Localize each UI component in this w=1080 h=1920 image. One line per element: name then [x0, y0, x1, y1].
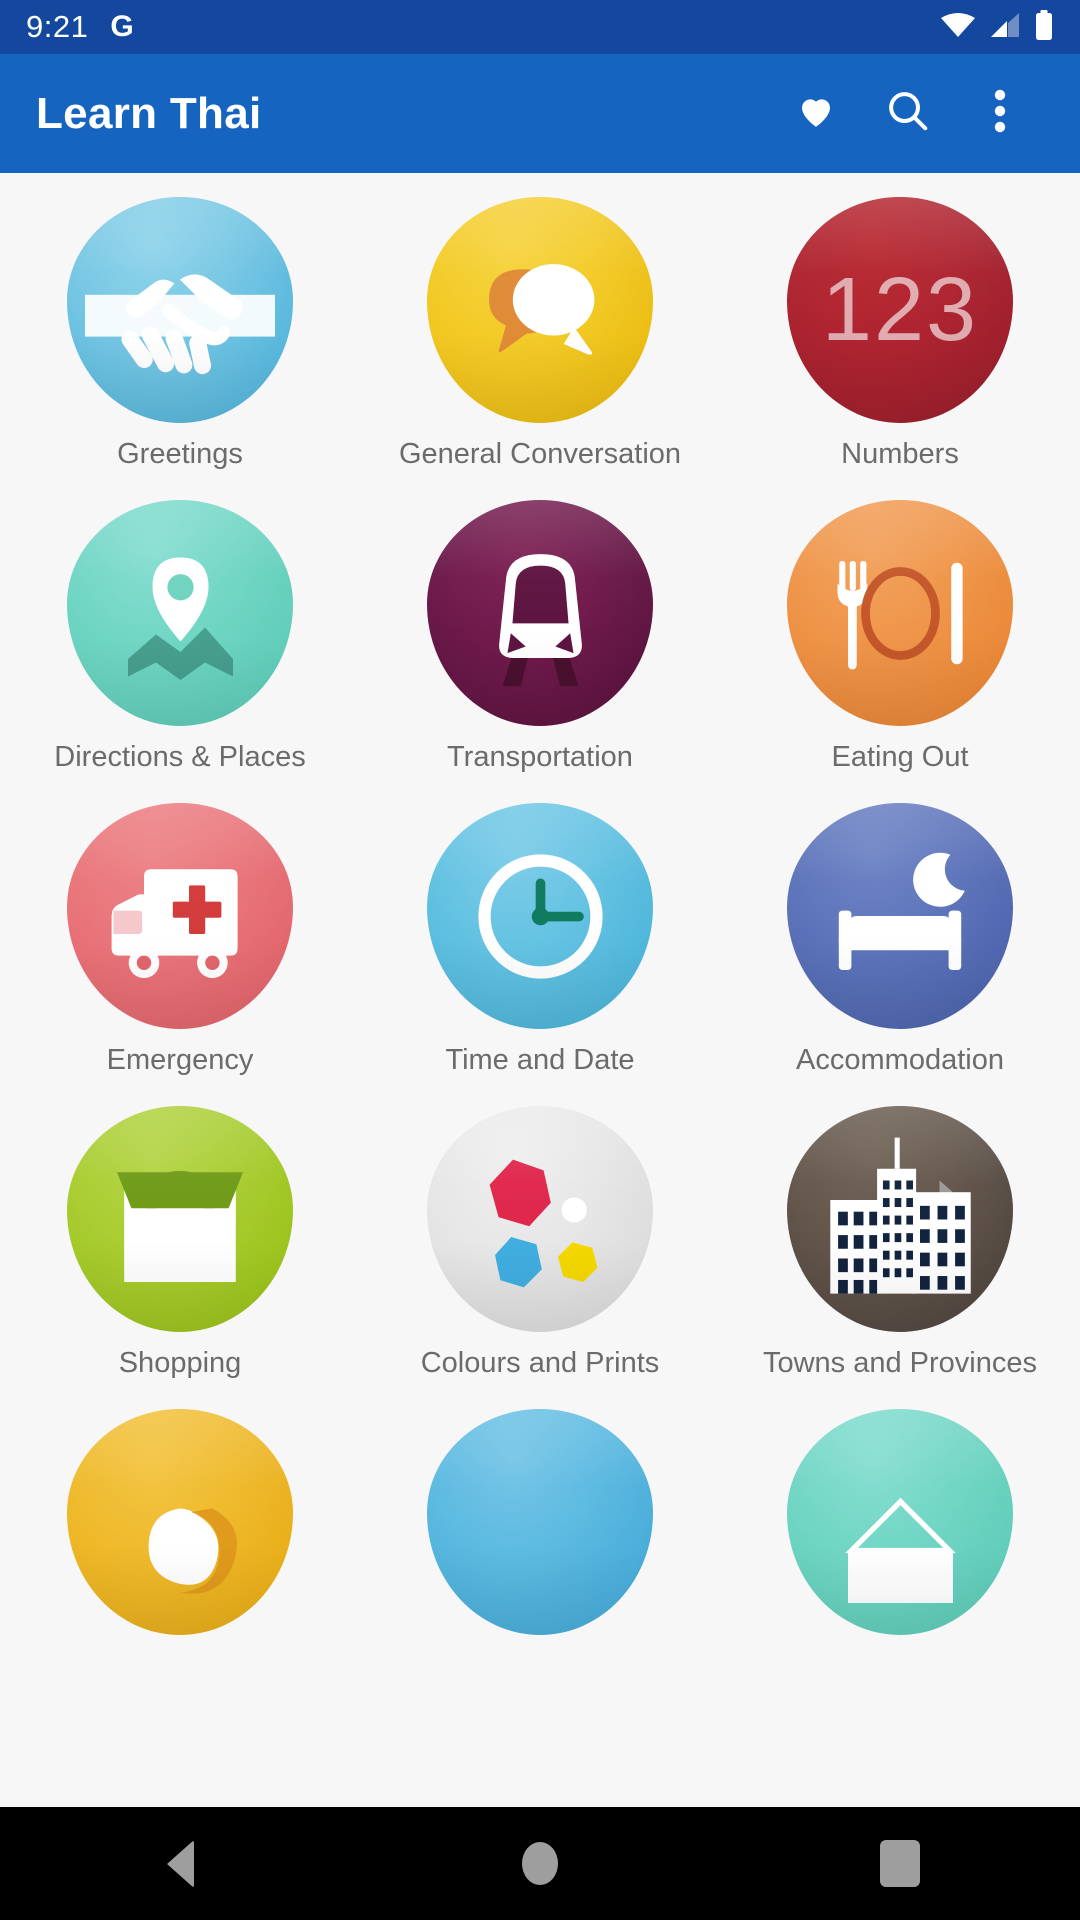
greetings-tile[interactable]	[67, 197, 293, 423]
status-bar-icons	[940, 9, 1054, 45]
grid-item-colours-and-prints[interactable]: Colours and Prints	[360, 1106, 720, 1409]
cutlery-plate-icon	[813, 526, 988, 701]
grid-item-label: Towns and Provinces	[762, 1347, 1038, 1379]
grid-item-label: General Conversation	[398, 438, 682, 470]
train-icon	[458, 531, 623, 696]
grid-item-partial-2[interactable]	[360, 1409, 720, 1712]
transportation-tile[interactable]	[427, 500, 653, 726]
partial-tile-amber[interactable]	[67, 1409, 293, 1635]
numbers-tile[interactable]: 123	[787, 197, 1013, 423]
app-bar: Learn Thai	[0, 54, 1080, 173]
battery-icon	[1034, 9, 1054, 45]
grid-item-accommodation[interactable]: Accommodation	[720, 803, 1080, 1106]
nav-recents-button[interactable]	[720, 1807, 1080, 1920]
grid-item-label: Numbers	[841, 438, 959, 470]
emergency-tile[interactable]	[67, 803, 293, 1029]
grid-item-label: Eating Out	[831, 741, 969, 773]
grid-item-label: Greetings	[117, 438, 243, 470]
clock-icon	[453, 829, 628, 1004]
grid-item-transportation[interactable]: Transportation	[360, 500, 720, 803]
cityscape-icon	[803, 1122, 998, 1317]
ambulance-icon	[90, 826, 270, 1006]
general-conversation-tile[interactable]	[427, 197, 653, 423]
wifi-icon	[940, 11, 976, 44]
status-bar-clock: 9:21	[26, 9, 89, 44]
google-glyph-icon: G	[110, 10, 134, 43]
favorites-button[interactable]	[770, 68, 862, 160]
grid-item-shopping[interactable]: Shopping	[0, 1106, 360, 1409]
grid-item-partial-3[interactable]	[720, 1409, 1080, 1712]
eating-out-tile[interactable]	[787, 500, 1013, 726]
partial-tile-blue[interactable]	[427, 1409, 653, 1635]
partial-tile-teal[interactable]	[787, 1409, 1013, 1635]
grid-item-towns-and-provinces[interactable]: Towns and Provinces	[720, 1106, 1080, 1409]
grid-item-label: Colours and Prints	[420, 1347, 660, 1379]
grid-item-emergency[interactable]: Emergency	[0, 803, 360, 1106]
nav-back-button[interactable]	[0, 1807, 360, 1920]
status-bar: 9:21 G	[0, 0, 1080, 54]
colours-and-prints-tile[interactable]	[427, 1106, 653, 1332]
overflow-menu-button[interactable]	[954, 68, 1046, 160]
bed-moon-icon	[810, 826, 990, 1006]
map-pin-icon	[93, 526, 268, 701]
nav-home-button[interactable]	[360, 1807, 720, 1920]
grid-item-label: Directions & Places	[54, 741, 306, 773]
grid-item-label: Time and Date	[445, 1044, 635, 1076]
grid-item-partial-1[interactable]	[0, 1409, 360, 1712]
grid-item-eating-out[interactable]: Eating Out	[720, 500, 1080, 803]
cellular-signal-icon	[989, 11, 1021, 44]
grid-item-label: Transportation	[447, 741, 633, 773]
grid-item-general-conversation[interactable]: General Conversation	[360, 197, 720, 500]
grid-item-numbers[interactable]: 123 Numbers	[720, 197, 1080, 500]
partial-teal-icon	[813, 1435, 988, 1610]
more-vert-icon	[994, 87, 1006, 140]
heart-icon	[793, 90, 839, 137]
towns-and-provinces-tile[interactable]	[787, 1106, 1013, 1332]
shopping-bag-icon	[90, 1129, 270, 1309]
home-circle-icon	[522, 1842, 558, 1885]
grid-item-label: Emergency	[106, 1044, 254, 1076]
category-grid: Greetings General Conversation 123 Numbe…	[0, 173, 1080, 1712]
grid-item-time-and-date[interactable]: Time and Date	[360, 803, 720, 1106]
directions-places-tile[interactable]	[67, 500, 293, 726]
back-triangle-icon	[166, 1839, 194, 1888]
grid-item-label: Accommodation	[796, 1044, 1004, 1076]
speech-bubbles-icon	[455, 225, 625, 395]
time-and-date-tile[interactable]	[427, 803, 653, 1029]
category-grid-scroll-area[interactable]: Greetings General Conversation 123 Numbe…	[0, 173, 1080, 1807]
recents-square-icon	[880, 1840, 920, 1887]
grid-item-label: Shopping	[118, 1347, 242, 1379]
partial-amber-icon	[93, 1435, 268, 1610]
accommodation-tile[interactable]	[787, 803, 1013, 1029]
grid-item-directions-places[interactable]: Directions & Places	[0, 500, 360, 803]
colour-shapes-icon	[450, 1129, 630, 1309]
handshake-icon	[85, 215, 275, 405]
search-button[interactable]	[862, 68, 954, 160]
page-title: Learn Thai	[36, 88, 262, 138]
grid-item-greetings[interactable]: Greetings	[0, 197, 360, 500]
shopping-tile[interactable]	[67, 1106, 293, 1332]
digits-123-icon: 123	[821, 260, 979, 360]
system-navigation-bar	[0, 1807, 1080, 1920]
search-icon	[885, 88, 931, 139]
